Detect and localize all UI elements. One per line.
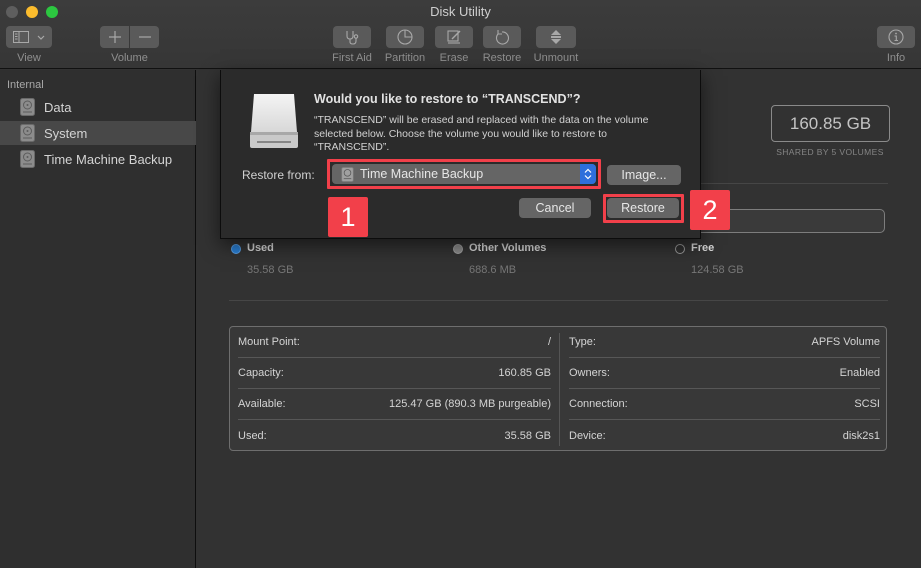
restore-from-label: Restore from: — [242, 168, 315, 182]
unmount-button[interactable] — [536, 26, 576, 48]
info-row-device: Device: disk2s1 — [569, 420, 880, 451]
info-row-mount-point: Mount Point: / — [238, 327, 551, 358]
info-button[interactable] — [877, 26, 915, 48]
window-title: Disk Utility — [430, 4, 491, 19]
image-button[interactable]: Image... — [607, 165, 681, 185]
info-row-type: Type: APFS Volume — [569, 327, 880, 358]
info-row-capacity: Capacity: 160.85 GB — [238, 358, 551, 389]
legend-value: 688.6 MB — [469, 264, 517, 276]
sidebar-item-label: Time Machine Backup — [44, 151, 173, 167]
step-badge-1: 1 — [328, 197, 368, 237]
highlight-restore-button — [603, 194, 684, 223]
dialog-title: Would you like to restore to “TRANSCEND”… — [314, 92, 581, 106]
restore-toolbar-button[interactable] — [483, 26, 521, 48]
volume-info-table: Mount Point: / Capacity: 160.85 GB Avail… — [229, 326, 887, 451]
external-drive-icon — [250, 94, 298, 148]
info-row-used: Used: 35.58 GB — [238, 420, 551, 451]
info-value: 160.85 GB — [498, 367, 551, 379]
capacity-display: 160.85 GB — [771, 105, 890, 142]
internal-disk-icon — [20, 124, 35, 142]
info-label: Connection: — [569, 398, 628, 410]
toolbar: Disk Utility View Volume First Aid Parti… — [0, 0, 921, 69]
first-aid-label: First Aid — [332, 52, 372, 64]
divider — [229, 300, 888, 301]
erase-button[interactable] — [435, 26, 473, 48]
sidebar-icon — [13, 31, 29, 43]
info-value: / — [547, 336, 551, 348]
internal-disk-icon — [20, 98, 35, 116]
info-label: Info — [886, 52, 906, 64]
legend-name: Used — [247, 242, 274, 254]
view-button[interactable] — [6, 26, 52, 48]
info-icon — [888, 29, 904, 45]
legend-name: Free — [691, 242, 715, 254]
restore-toolbar-label: Restore — [482, 52, 522, 64]
column-divider — [559, 333, 560, 446]
info-label: Owners: — [569, 367, 610, 379]
erase-label: Erase — [439, 52, 469, 64]
sidebar-item-time-machine-backup[interactable]: Time Machine Backup — [0, 147, 196, 171]
info-value: SCSI — [854, 398, 880, 410]
used-color-dot — [231, 244, 241, 254]
add-volume-button[interactable] — [100, 26, 129, 48]
legend-value: 35.58 GB — [247, 264, 294, 276]
info-label: Capacity: — [238, 367, 284, 379]
capacity-shared-label: SHARED BY 5 VOLUMES — [776, 147, 884, 157]
info-value: APFS Volume — [811, 336, 880, 348]
info-label: Device: — [569, 429, 606, 442]
free-color-dot — [675, 244, 685, 254]
info-value: Enabled — [839, 367, 880, 379]
info-label: Available: — [238, 398, 286, 410]
sidebar-item-system[interactable]: System — [0, 121, 196, 145]
info-value: disk2s1 — [842, 429, 880, 442]
highlight-restore-from — [327, 159, 601, 189]
partition-label: Partition — [384, 52, 426, 64]
sidebar-section-internal: Internal — [7, 79, 44, 91]
sidebar: Internal Data System Time Machine Backup — [0, 70, 196, 568]
legend-value: 124.58 GB — [691, 264, 744, 276]
unmount-label: Unmount — [533, 52, 579, 64]
restore-icon — [495, 30, 510, 45]
stethoscope-icon — [346, 31, 359, 45]
first-aid-button[interactable] — [333, 26, 371, 48]
dialog-message: “TRANSCEND” will be erased and replaced … — [314, 114, 649, 153]
other-volumes-color-dot — [453, 244, 463, 254]
erase-icon — [447, 30, 461, 44]
legend-name: Other Volumes — [469, 242, 547, 254]
internal-disk-icon — [20, 150, 35, 168]
info-row-owners: Owners: Enabled — [569, 358, 880, 389]
partition-button[interactable] — [386, 26, 424, 48]
unmount-icon — [551, 30, 561, 44]
chevron-down-icon — [37, 35, 45, 40]
plus-icon — [108, 31, 121, 43]
info-label: Mount Point: — [238, 336, 300, 348]
pie-chart-icon — [397, 29, 413, 45]
info-row-connection: Connection: SCSI — [569, 389, 880, 420]
info-value: 35.58 GB — [504, 429, 551, 442]
sidebar-item-data[interactable]: Data — [0, 95, 196, 119]
volume-label: Volume — [111, 52, 148, 64]
info-label: Used: — [238, 429, 267, 442]
restore-dialog: Would you like to restore to “TRANSCEND”… — [220, 70, 701, 239]
view-label: View — [17, 52, 41, 64]
sidebar-item-label: Data — [44, 99, 72, 115]
info-value: 125.47 GB (890.3 MB purgeable) — [388, 398, 551, 410]
minus-icon — [138, 36, 151, 38]
cancel-button[interactable]: Cancel — [519, 198, 591, 218]
remove-volume-button[interactable] — [130, 26, 159, 48]
step-badge-2: 2 — [690, 190, 730, 230]
info-row-available: Available: 125.47 GB (890.3 MB purgeable… — [238, 389, 551, 420]
sidebar-item-label: System — [44, 125, 88, 141]
info-label: Type: — [569, 336, 596, 348]
